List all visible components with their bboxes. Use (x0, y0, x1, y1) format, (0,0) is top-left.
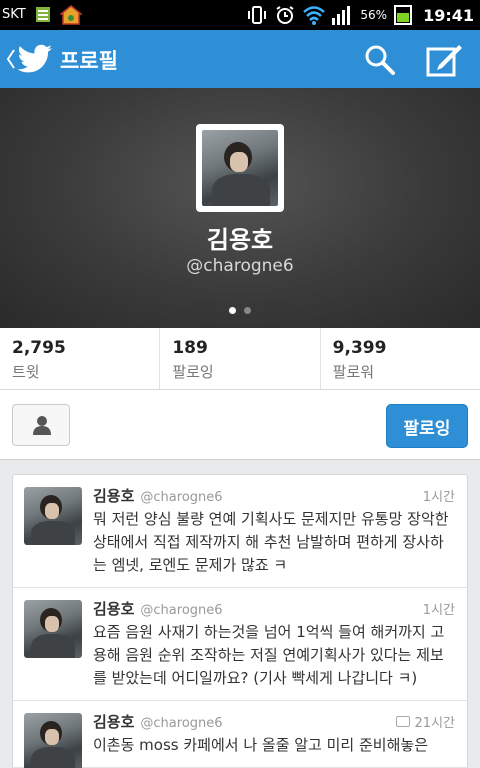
search-button[interactable] (362, 42, 398, 78)
back-button[interactable]: 프로필 (0, 30, 130, 88)
tweet-time-text: 21시간 (414, 716, 455, 731)
page-title: 프로필 (60, 49, 118, 73)
avatar-image (202, 130, 278, 206)
tweet-author-handle: @charogne6 (140, 603, 223, 618)
stat-followers[interactable]: 9,399 팔로워 (321, 328, 480, 389)
carrier-label: SKT (2, 7, 26, 22)
compose-button[interactable] (425, 41, 465, 79)
battery-percent: 56% (360, 8, 388, 22)
tweet-author-name: 김용호 (93, 600, 135, 618)
tweet-time-text: 1시간 (422, 603, 455, 618)
alarm-icon (274, 4, 296, 26)
tweet-text: 뭐 저런 양심 불량 연예 기획사도 문제지만 유통망 장악한 상태에서 직접 … (93, 510, 449, 574)
person-icon (33, 416, 51, 435)
tweet-item[interactable]: 김용호 @charogne6 1시간 요즘 음원 사재기 하는것을 넘어 1억씩… (13, 588, 467, 701)
profile-header[interactable]: 김용호 @charogne6 (0, 88, 480, 328)
stat-following[interactable]: 189 팔로잉 (160, 328, 321, 389)
action-bar: 프로필 (0, 30, 480, 88)
profile-actions: 팔로잉 (0, 390, 480, 460)
tweet-text: 요즘 음원 사재기 하는것을 넘어 1억씩 들여 해커까지 고용해 음원 순위 … (93, 623, 445, 687)
stat-value: 9,399 (332, 338, 387, 358)
page-indicator (229, 307, 251, 314)
tweet-author-handle: @charogne6 (140, 716, 223, 731)
following-button[interactable]: 팔로잉 (386, 404, 468, 448)
tweet-text: 이촌동 moss 카페에서 나 올줄 알고 미리 준비해놓은 (93, 736, 428, 754)
stat-label: 팔로워 (332, 363, 375, 381)
tweet-item[interactable]: 김용호 @charogne6 21시간 이촌동 moss 카페에서 나 올줄 알… (13, 701, 467, 768)
tweet-list: 김용호 @charogne6 1시간 뭐 저런 양심 불량 연예 기획사도 문제… (12, 474, 468, 768)
tweet-timestamp: 21시간 (395, 712, 455, 731)
battery-icon (393, 4, 415, 26)
tweet-author-handle: @charogne6 (140, 490, 223, 505)
status-bar: SKT 56% 19:41 (0, 0, 480, 30)
page-dot-2 (244, 307, 251, 314)
tweet-author-name: 김용호 (93, 713, 135, 731)
user-actions-button[interactable] (12, 404, 70, 446)
profile-handle: @charogne6 (186, 256, 294, 276)
signal-icon (330, 4, 352, 26)
twitter-bird-icon (18, 44, 52, 73)
media-icon (395, 716, 410, 727)
tweet-author-name: 김용호 (93, 487, 135, 505)
tweet-timestamp: 1시간 (423, 486, 455, 505)
tweet-avatar[interactable] (24, 600, 82, 658)
profile-name: 김용호 (206, 226, 274, 254)
tweet-item[interactable]: 김용호 @charogne6 1시간 뭐 저런 양심 불량 연예 기획사도 문제… (13, 475, 467, 588)
tweet-timestamp: 1시간 (423, 599, 455, 618)
profile-stats: 2,795 트윗 189 팔로잉 9,399 팔로워 (0, 328, 480, 390)
tweet-avatar[interactable] (24, 713, 82, 768)
chevron-left-icon (6, 49, 15, 69)
home-app-icon (58, 5, 84, 25)
search-icon (365, 45, 395, 75)
notes-app-icon (36, 7, 50, 22)
stat-tweets[interactable]: 2,795 트윗 (0, 328, 161, 389)
page-dot-1 (229, 307, 236, 314)
stat-value: 2,795 (12, 338, 66, 358)
stat-label: 팔로잉 (172, 363, 214, 381)
tweet-avatar[interactable] (24, 487, 82, 545)
clock: 19:41 (423, 5, 474, 25)
vibrate-icon (246, 4, 268, 26)
stat-label: 트윗 (12, 363, 40, 381)
tweet-time-text: 1시간 (422, 490, 455, 505)
stat-value: 189 (172, 338, 208, 358)
compose-icon (426, 45, 462, 77)
profile-avatar[interactable] (196, 124, 284, 212)
wifi-icon (302, 4, 326, 26)
